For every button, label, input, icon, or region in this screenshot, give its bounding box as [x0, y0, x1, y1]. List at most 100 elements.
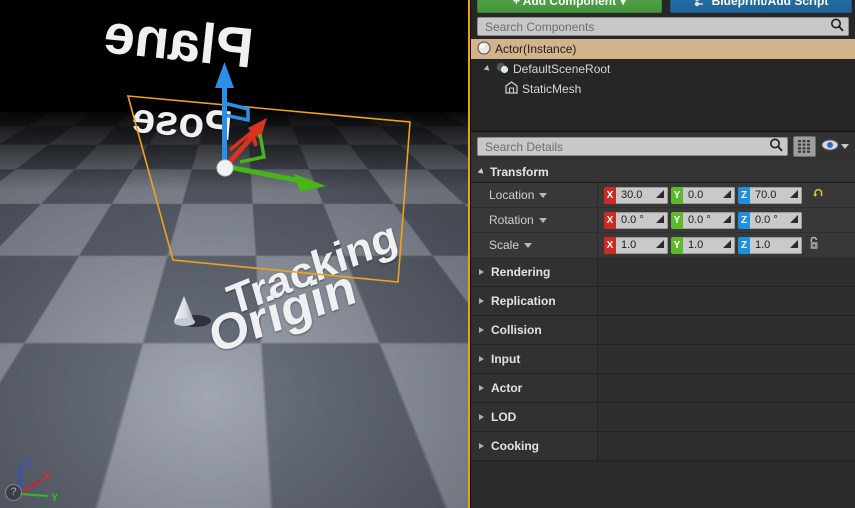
- search-components-placeholder: Search Components: [485, 19, 595, 34]
- scale-z-field[interactable]: Z 1.0: [738, 236, 802, 254]
- tree-item-default-scene-root[interactable]: DefaultSceneRoot: [471, 59, 855, 79]
- transform-row-scale: Scale X 1.0 Y 1.0 Z 1.0: [471, 233, 855, 258]
- rotation-y-value: 0.0 °: [688, 214, 711, 226]
- blueprint-add-script-label: Blueprint/Add Script: [711, 0, 829, 8]
- transform-row-location: Location X 30.0 Y 0.0 Z 70.0: [471, 183, 855, 208]
- drag-handle-icon[interactable]: [723, 214, 731, 226]
- search-icon: [830, 17, 844, 36]
- unlocked-padlock-icon[interactable]: [808, 236, 820, 255]
- location-x-field[interactable]: X 30.0: [604, 186, 668, 204]
- scale-y-value: 1.0: [688, 239, 704, 251]
- tree-item-label: StaticMesh: [522, 82, 582, 96]
- axis-label-y: Y: [671, 186, 683, 204]
- axis-label-x: X: [604, 211, 616, 229]
- drag-handle-icon[interactable]: [656, 239, 664, 251]
- drag-handle-icon[interactable]: [790, 189, 798, 201]
- transform-section-title: Transform: [490, 164, 549, 179]
- chevron-down-icon: ▾: [620, 0, 627, 8]
- chevron-down-icon[interactable]: [524, 242, 533, 248]
- scale-x-field[interactable]: X 1.0: [604, 236, 668, 254]
- level-viewport[interactable]: Plane Pose Tracking Origin Z X Y ?: [0, 0, 470, 508]
- search-icon: [769, 137, 783, 156]
- component-tree: Actor(Instance) DefaultSceneRoot StaticM…: [471, 39, 855, 131]
- drag-handle-icon[interactable]: [790, 214, 798, 226]
- location-label-cell[interactable]: Location: [471, 183, 598, 207]
- axis-label-y: Y: [671, 211, 683, 229]
- search-components-input[interactable]: Search Components: [477, 17, 849, 36]
- rotation-label: Rotation: [489, 213, 534, 227]
- transform-section-header[interactable]: Transform: [471, 161, 855, 183]
- rotation-x-field[interactable]: X 0.0 °: [604, 211, 668, 229]
- rotation-z-value: 0.0 °: [755, 214, 778, 226]
- reset-arrow-icon[interactable]: [812, 186, 824, 204]
- eye-icon: [821, 138, 839, 156]
- category-label: Cooking: [491, 439, 539, 453]
- search-details-input[interactable]: Search Details: [477, 137, 788, 156]
- scale-x-value: 1.0: [621, 239, 637, 251]
- details-body: Transform Location X 30.0 Y 0.0 Z 70.0 R…: [471, 161, 855, 508]
- component-tree-empty-area: [471, 99, 855, 129]
- grid-view-icon[interactable]: [793, 136, 816, 157]
- tree-item-static-mesh[interactable]: StaticMesh: [471, 79, 855, 99]
- scale-label-cell[interactable]: Scale: [471, 233, 598, 257]
- drag-handle-icon[interactable]: [656, 214, 664, 226]
- chevron-right-icon: [479, 414, 484, 420]
- tree-item-label: Actor(Instance): [495, 42, 577, 56]
- rotation-label-cell[interactable]: Rotation: [471, 208, 598, 232]
- viewport-help-button[interactable]: ?: [5, 484, 22, 501]
- add-component-button[interactable]: + Add Component ▾: [477, 0, 662, 13]
- location-label: Location: [489, 188, 535, 202]
- display-options-button[interactable]: [821, 138, 849, 156]
- rotation-z-field[interactable]: Z 0.0 °: [738, 211, 802, 229]
- category-lod[interactable]: LOD: [471, 403, 855, 432]
- chevron-right-icon: [479, 356, 484, 362]
- chevron-collapse-icon: [477, 167, 486, 176]
- blueprint-add-script-button[interactable]: Blueprint/Add Script: [670, 0, 852, 13]
- chevron-right-icon: [479, 443, 484, 449]
- rotation-x-value: 0.0 °: [621, 214, 644, 226]
- location-y-value: 0.0: [688, 189, 704, 201]
- chevron-right-icon: [479, 269, 484, 275]
- scale-y-field[interactable]: Y 1.0: [671, 236, 735, 254]
- category-actor[interactable]: Actor: [471, 374, 855, 403]
- axis-label-y: Y: [671, 236, 683, 254]
- axis-label-z: Z: [738, 211, 750, 229]
- category-input[interactable]: Input: [471, 345, 855, 374]
- category-label: Collision: [491, 323, 542, 337]
- component-toolbar: + Add Component ▾ Blueprint/Add Script: [471, 0, 855, 13]
- category-replication[interactable]: Replication: [471, 287, 855, 316]
- axis-label-x: X: [604, 186, 616, 204]
- details-toolbar: Search Details: [471, 132, 855, 161]
- drag-handle-icon[interactable]: [723, 239, 731, 251]
- location-z-field[interactable]: Z 70.0: [738, 186, 802, 204]
- chevron-down-icon[interactable]: [538, 217, 547, 223]
- drag-handle-icon[interactable]: [656, 189, 664, 201]
- property-categories: Rendering Replication Collision Input Ac…: [471, 258, 855, 461]
- drag-handle-icon[interactable]: [723, 189, 731, 201]
- category-collision[interactable]: Collision: [471, 316, 855, 345]
- search-details-placeholder: Search Details: [485, 139, 564, 154]
- category-rendering[interactable]: Rendering: [471, 258, 855, 287]
- category-label: LOD: [491, 410, 517, 424]
- category-cooking[interactable]: Cooking: [471, 432, 855, 461]
- chevron-right-icon: [479, 327, 484, 333]
- scale-label: Scale: [489, 238, 520, 252]
- location-x-value: 30.0: [621, 189, 643, 201]
- location-y-field[interactable]: Y 0.0: [671, 186, 735, 204]
- rotation-y-field[interactable]: Y 0.0 °: [671, 211, 735, 229]
- scale-z-value: 1.0: [755, 239, 771, 251]
- transform-gizmo[interactable]: [168, 58, 358, 198]
- tree-item-actor-instance[interactable]: Actor(Instance): [471, 39, 855, 59]
- components-search-row: Search Components: [471, 13, 855, 39]
- chevron-expand-icon[interactable]: [483, 65, 492, 73]
- axis-label-x: X: [604, 236, 616, 254]
- transform-rows: Location X 30.0 Y 0.0 Z 70.0 Rotation X …: [471, 183, 855, 258]
- gizmo-axis-z: [215, 62, 250, 170]
- chevron-down-icon[interactable]: [539, 192, 548, 198]
- drag-handle-icon[interactable]: [790, 239, 798, 251]
- svg-text:Z: Z: [24, 457, 31, 469]
- category-label: Rendering: [491, 265, 551, 279]
- details-panel: + Add Component ▾ Blueprint/Add Script S…: [470, 0, 855, 508]
- axis-label-z: Z: [738, 186, 750, 204]
- cone-actor[interactable]: [172, 296, 211, 336]
